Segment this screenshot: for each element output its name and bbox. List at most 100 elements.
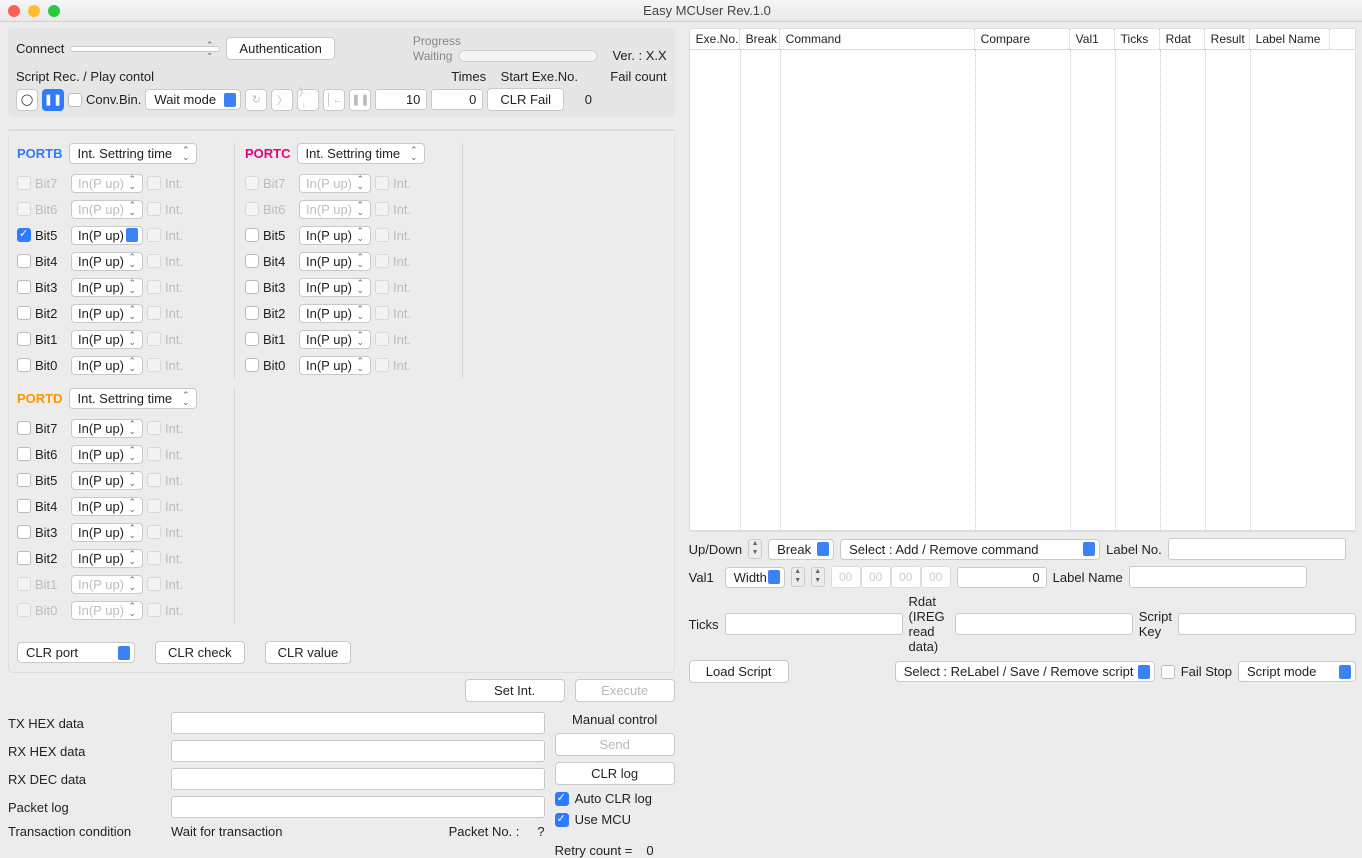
- val1-stepper-1[interactable]: ▲▼: [791, 567, 805, 587]
- step-fwd-button[interactable]: 〉: [271, 89, 293, 111]
- val1-byte-1[interactable]: 00: [861, 566, 891, 588]
- port-b-bit5-mode-select[interactable]: In(P up): [71, 226, 143, 245]
- send-button[interactable]: Send: [555, 733, 675, 756]
- val1-stepper-2[interactable]: ▲▼: [811, 567, 825, 587]
- rewind-button[interactable]: │←: [323, 89, 345, 111]
- close-icon[interactable]: [8, 5, 20, 17]
- th-result[interactable]: Result: [1205, 29, 1250, 49]
- waitmode-select[interactable]: Wait mode: [145, 89, 241, 110]
- port-c-bit1-mode-select[interactable]: In(P up)⌃⌄: [299, 330, 371, 349]
- th-command[interactable]: Command: [780, 29, 975, 49]
- clr-check-button[interactable]: CLR check: [155, 641, 245, 664]
- port-d-bit6-mode-select[interactable]: In(P up)⌃⌄: [71, 445, 143, 464]
- tab-firm-[interactable]: Firm.: [566, 130, 617, 131]
- port-c-bit4-checkbox[interactable]: [245, 254, 259, 268]
- port-d-bit3-checkbox[interactable]: [17, 525, 31, 539]
- rx-dec-input[interactable]: [171, 768, 545, 790]
- port-d-setting-select[interactable]: Int. Settring time⌃⌄: [69, 388, 197, 409]
- use-mcu-checkbox[interactable]: [555, 813, 569, 827]
- port-b-bit0-mode-select[interactable]: In(P up)⌃⌄: [71, 356, 143, 375]
- tab-pwm[interactable]: PWM: [407, 130, 460, 131]
- port-d-bit5-checkbox[interactable]: [17, 473, 31, 487]
- port-c-bit1-checkbox[interactable]: [245, 332, 259, 346]
- th-exe-no-[interactable]: Exe.No.: [690, 29, 740, 49]
- clr-value-button[interactable]: CLR value: [265, 641, 352, 664]
- th-val1[interactable]: Val1: [1070, 29, 1115, 49]
- relabel-select[interactable]: Select : ReLabel / Save / Remove script: [895, 661, 1155, 682]
- add-remove-select[interactable]: Select : Add / Remove command: [840, 539, 1100, 560]
- rdat-input[interactable]: [955, 613, 1133, 635]
- port-d-bit3-mode-select[interactable]: In(P up)⌃⌄: [71, 523, 143, 542]
- port-b-bit1-mode-select[interactable]: In(P up)⌃⌄: [71, 330, 143, 349]
- fail-stop-checkbox[interactable]: [1161, 665, 1175, 679]
- label-name-input[interactable]: [1129, 566, 1307, 588]
- reload-button[interactable]: ↻: [245, 89, 267, 111]
- break-select[interactable]: Break: [768, 539, 834, 560]
- th-ticks[interactable]: Ticks: [1115, 29, 1160, 49]
- port-d-bit6-checkbox[interactable]: [17, 447, 31, 461]
- port-b-bit4-mode-select[interactable]: In(P up)⌃⌄: [71, 252, 143, 271]
- port-c-bit3-checkbox[interactable]: [245, 280, 259, 294]
- port-b-bit3-checkbox[interactable]: [17, 280, 31, 294]
- port-c-bit0-mode-select[interactable]: In(P up)⌃⌄: [299, 356, 371, 375]
- auto-clr-checkbox[interactable]: [555, 792, 569, 806]
- tab-binary[interactable]: Binary: [60, 130, 118, 131]
- th-compare[interactable]: Compare: [975, 29, 1070, 49]
- port-b-setting-select[interactable]: Int. Settring time⌃⌄: [69, 143, 197, 164]
- record-button[interactable]: ◯: [16, 89, 38, 111]
- port-c-bit5-checkbox[interactable]: [245, 228, 259, 242]
- val1-input[interactable]: [957, 567, 1047, 588]
- load-script-button[interactable]: Load Script: [689, 660, 789, 683]
- port-b-bit4-checkbox[interactable]: [17, 254, 31, 268]
- authentication-button[interactable]: Authentication: [226, 37, 334, 60]
- startexe-input[interactable]: [431, 89, 483, 110]
- tab-spi[interactable]: SPI: [304, 130, 346, 131]
- port-d-bit4-checkbox[interactable]: [17, 499, 31, 513]
- port-c-setting-select[interactable]: Int. Settring time⌃⌄: [297, 143, 425, 164]
- pause-button[interactable]: ❚❚: [42, 89, 64, 111]
- ticks-input[interactable]: [725, 613, 903, 635]
- port-d-bit5-mode-select[interactable]: In(P up)⌃⌄: [71, 471, 143, 490]
- tx-hex-input[interactable]: [171, 712, 545, 734]
- port-d-bit2-checkbox[interactable]: [17, 551, 31, 565]
- val1-byte-0[interactable]: 00: [831, 566, 861, 588]
- tab-ext-i-f[interactable]: Ext.I/F: [507, 130, 566, 131]
- port-c-bit4-mode-select[interactable]: In(P up)⌃⌄: [299, 252, 371, 271]
- step-stop-button[interactable]: 〉╵: [297, 89, 319, 111]
- th-rdat[interactable]: Rdat: [1160, 29, 1205, 49]
- port-c-bit5-mode-select[interactable]: In(P up)⌃⌄: [299, 226, 371, 245]
- port-b-bit3-mode-select[interactable]: In(P up)⌃⌄: [71, 278, 143, 297]
- clr-log-button[interactable]: CLR log: [555, 762, 675, 785]
- port-d-bit7-mode-select[interactable]: In(P up)⌃⌄: [71, 419, 143, 438]
- rx-hex-input[interactable]: [171, 740, 545, 762]
- clr-port-select[interactable]: CLR port: [17, 642, 135, 663]
- th-break[interactable]: Break: [740, 29, 780, 49]
- tab-pio[interactable]: PIO: [261, 130, 304, 131]
- minimize-icon[interactable]: [28, 5, 40, 17]
- port-d-bit7-checkbox[interactable]: [17, 421, 31, 435]
- port-d-bit4-mode-select[interactable]: In(P up)⌃⌄: [71, 497, 143, 516]
- width-select[interactable]: Width: [725, 567, 785, 588]
- tab-mcu[interactable]: MCU: [9, 130, 60, 131]
- maximize-icon[interactable]: [48, 5, 60, 17]
- port-c-bit2-mode-select[interactable]: In(P up)⌃⌄: [299, 304, 371, 323]
- label-no-input[interactable]: [1168, 538, 1346, 560]
- val1-byte-2[interactable]: 00: [891, 566, 921, 588]
- connect-select[interactable]: ⌃⌄: [70, 46, 220, 52]
- port-b-bit0-checkbox[interactable]: [17, 358, 31, 372]
- port-b-bit2-checkbox[interactable]: [17, 306, 31, 320]
- horizontal-scrollbar[interactable]: [690, 530, 1355, 532]
- port-c-bit3-mode-select[interactable]: In(P up)⌃⌄: [299, 278, 371, 297]
- port-d-bit2-mode-select[interactable]: In(P up)⌃⌄: [71, 549, 143, 568]
- clr-fail-button[interactable]: CLR Fail: [487, 88, 564, 111]
- th-label-name[interactable]: Label Name: [1250, 29, 1330, 49]
- tab-analog[interactable]: Analog: [346, 130, 407, 131]
- tab-lcd[interactable]: LCD: [460, 130, 507, 131]
- updown-stepper[interactable]: ▲▼: [748, 539, 762, 559]
- convbin-checkbox[interactable]: [68, 93, 82, 107]
- tab-regs[interactable]: REGs: [117, 130, 173, 131]
- port-b-bit2-mode-select[interactable]: In(P up)⌃⌄: [71, 304, 143, 323]
- port-b-bit1-checkbox[interactable]: [17, 332, 31, 346]
- packet-log-input[interactable]: [171, 796, 545, 818]
- play-pause-button[interactable]: ❚❚: [349, 89, 371, 111]
